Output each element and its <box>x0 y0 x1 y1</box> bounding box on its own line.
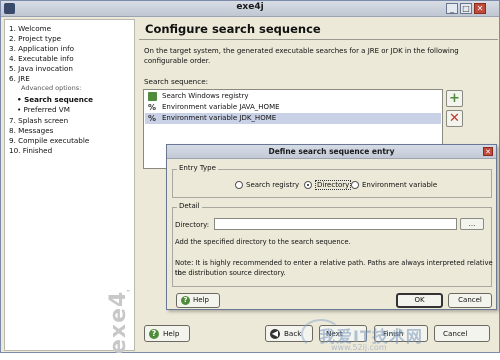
nav-item-compile-executable[interactable]: 9. Compile executable <box>9 136 89 145</box>
help-button[interactable]: ? Help <box>144 325 190 342</box>
nav-item-jre[interactable]: 6. JRE <box>9 74 30 83</box>
radio-circle <box>235 181 243 189</box>
nav-item-java-invocation[interactable]: 5. Java invocation <box>9 64 73 73</box>
list-item-label: Search Windows registry <box>162 92 249 100</box>
directory-info-text: Add the specified directory to the searc… <box>175 238 351 246</box>
plus-icon: + <box>449 91 460 106</box>
directory-input[interactable] <box>214 218 457 230</box>
nav-item-project-type[interactable]: 2. Project type <box>9 34 61 43</box>
brand-text: exe4j <box>106 290 131 354</box>
remove-x-icon: ✕ <box>449 111 460 126</box>
entry-type-legend: Entry Type <box>177 164 218 172</box>
back-arrow-icon: ◀ <box>270 329 280 339</box>
percent-icon: % <box>148 114 157 123</box>
list-item[interactable]: % Environment variable JAVA_HOME <box>145 102 441 113</box>
page-description: On the target system, the generated exec… <box>144 47 459 65</box>
list-item-label: Environment variable JDK_HOME <box>162 114 277 122</box>
nav-item-preferred-vm[interactable]: • Preferred VM <box>17 105 70 114</box>
maximize-icon[interactable]: □ <box>460 3 472 14</box>
title-bar: exe4j _ □ ✕ <box>1 1 499 17</box>
browse-button[interactable]: ... <box>460 218 484 230</box>
list-item-label: Environment variable JAVA_HOME <box>162 103 280 111</box>
help-button-label: Help <box>163 329 180 338</box>
nav-item-messages[interactable]: 8. Messages <box>9 126 53 135</box>
dialog-help-label: Help <box>193 296 209 304</box>
help-icon: ? <box>181 296 190 305</box>
watermark: 我爱IT技术网 www.52ij.com <box>301 301 500 354</box>
nav-item-splash-screen[interactable]: 7. Splash screen <box>9 116 68 125</box>
close-icon[interactable]: ✕ <box>474 3 486 14</box>
list-item[interactable]: Search Windows registry <box>145 91 441 102</box>
dialog-title-bar: Define search sequence entry ✕ <box>167 145 496 159</box>
note-text-line2: the distribution source directory. <box>175 269 286 277</box>
percent-icon: % <box>148 103 157 112</box>
dialog-help-button[interactable]: ? Help <box>176 293 220 308</box>
divider <box>139 39 498 40</box>
watermark-url: www.52ij.com <box>331 343 387 352</box>
help-icon: ? <box>149 329 159 339</box>
wizard-steps-sidebar: 1. Welcome 2. Project type 3. Applicatio… <box>4 19 135 354</box>
radio-search-registry[interactable]: Search registry <box>235 180 299 190</box>
radio-environment-variable[interactable]: Environment variable <box>351 180 437 190</box>
nav-item-search-sequence[interactable]: • Search sequence <box>17 95 93 104</box>
back-button-label: Back <box>284 329 302 338</box>
page-title: Configure search sequence <box>145 22 321 36</box>
radio-label: Search registry <box>246 181 300 189</box>
minimize-icon[interactable]: _ <box>446 3 458 14</box>
radio-directory[interactable]: Directory <box>304 180 352 190</box>
detail-legend: Detail <box>177 202 202 210</box>
nav-advanced-options-label: Advanced options: <box>21 84 82 92</box>
nav-item-application-info[interactable]: 3. Application info <box>9 44 74 53</box>
radio-label: Environment variable <box>362 181 438 189</box>
registry-icon <box>148 92 157 101</box>
list-item-selected[interactable]: % Environment variable JDK_HOME <box>145 113 441 124</box>
radio-circle-selected <box>304 181 312 189</box>
radio-label: Directory <box>315 180 352 190</box>
search-entry-dialog: Define search sequence entry ✕ Entry Typ… <box>166 144 497 310</box>
radio-circle <box>351 181 359 189</box>
nav-item-finished[interactable]: 10. Finished <box>9 146 52 155</box>
remove-entry-button[interactable]: ✕ <box>446 110 463 127</box>
search-sequence-label: Search sequence: <box>144 77 209 86</box>
nav-item-welcome[interactable]: 1. Welcome <box>9 24 51 33</box>
window-title: exe4j <box>236 2 264 12</box>
directory-label: Directory: <box>175 221 210 229</box>
dialog-title: Define search sequence entry <box>268 147 395 156</box>
main-window: exe4j _ □ ✕ 1. Welcome 2. Project type 3… <box>0 0 500 354</box>
nav-item-executable-info[interactable]: 4. Executable info <box>9 54 74 63</box>
dialog-close-icon[interactable]: ✕ <box>483 147 493 156</box>
add-entry-button[interactable]: + <box>446 90 463 107</box>
brand-logo: exe4j <box>88 290 138 360</box>
